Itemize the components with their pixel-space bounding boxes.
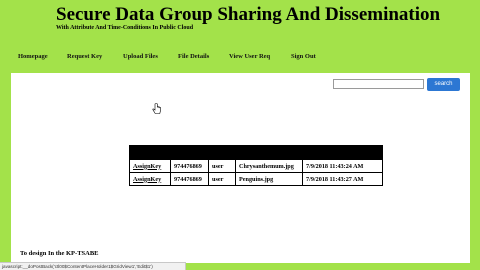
hand-pointer-icon bbox=[152, 103, 161, 114]
page-subtitle: With Attribute And Time-Conditions In Pu… bbox=[56, 25, 194, 31]
nav-file-details[interactable]: File Details bbox=[178, 53, 209, 60]
search-button[interactable]: search bbox=[427, 78, 460, 91]
file-name-cell: Chrysanthemum.jpg bbox=[235, 159, 303, 173]
table-header-row bbox=[129, 145, 383, 160]
table-row: AssignKey 974476869 user Chrysanthemum.j… bbox=[129, 159, 383, 173]
phone-cell: 974476869 bbox=[170, 172, 209, 186]
phone-cell: 974476869 bbox=[170, 159, 209, 173]
nav-bar: Homepage Request Key Upload Files File D… bbox=[10, 53, 470, 65]
browser-status-bar: javascript:__doPostBack('ctl00$ContentPl… bbox=[0, 262, 186, 270]
date-cell: 7/9/2018 11:43:27 AM bbox=[302, 172, 383, 186]
nav-view-user-req[interactable]: View User Req bbox=[229, 53, 270, 60]
file-name-cell: Penguins.jpg bbox=[235, 172, 303, 186]
file-requests-table: AssignKey 974476869 user Chrysanthemum.j… bbox=[129, 145, 383, 186]
search-input[interactable] bbox=[333, 79, 424, 89]
footer-text: To design In the KP-TSABE bbox=[20, 250, 99, 257]
role-cell: user bbox=[208, 172, 236, 186]
nav-request-key[interactable]: Request Key bbox=[67, 53, 102, 60]
page-title: Secure Data Group Sharing And Disseminat… bbox=[56, 4, 441, 25]
role-cell: user bbox=[208, 159, 236, 173]
nav-upload-files[interactable]: Upload Files bbox=[123, 53, 158, 60]
date-cell: 7/9/2018 11:43:24 AM bbox=[302, 159, 383, 173]
assign-key-link[interactable]: AssignKey bbox=[133, 163, 161, 170]
assign-key-link[interactable]: AssignKey bbox=[133, 176, 161, 183]
nav-sign-out[interactable]: Sign Out bbox=[291, 53, 316, 60]
content-area: search AssignKey 974476869 user Chrysant… bbox=[11, 73, 470, 263]
table-row: AssignKey 974476869 user Penguins.jpg 7/… bbox=[129, 172, 383, 186]
nav-homepage[interactable]: Homepage bbox=[18, 53, 48, 60]
